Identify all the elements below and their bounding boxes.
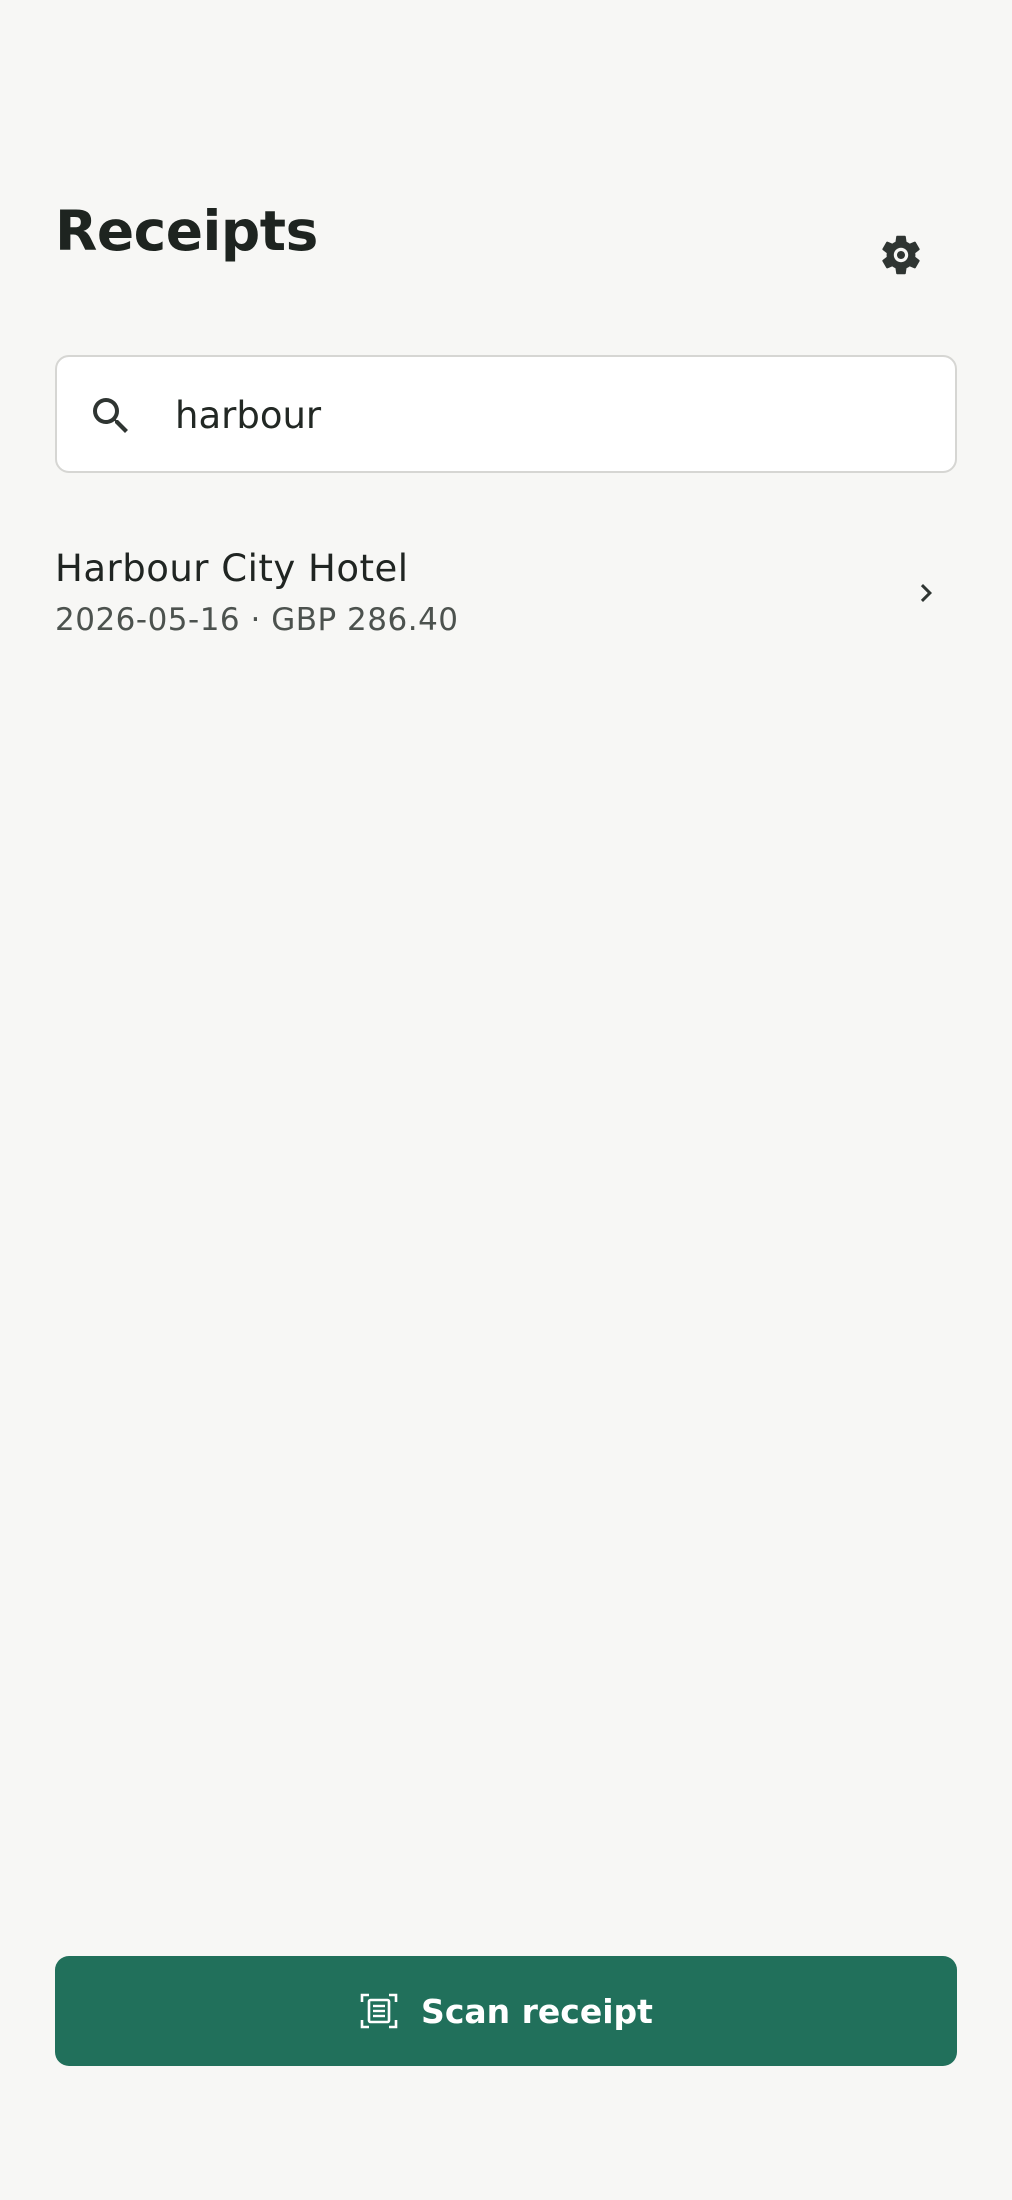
receipt-meta: 2026-05-16 · GBP 286.40	[55, 602, 459, 638]
search-input[interactable]	[175, 377, 935, 453]
gear-icon	[882, 235, 920, 275]
scan-receipt-label: Scan receipt	[421, 1991, 653, 2031]
scan-receipt-button[interactable]: Scan receipt	[55, 1956, 957, 2066]
receipt-title: Harbour City Hotel	[55, 547, 409, 590]
page-title: Receipts	[55, 199, 318, 263]
search-icon	[93, 398, 128, 433]
chevron-right-icon	[920, 584, 932, 602]
list-item-harbour-city-hotel[interactable]: Harbour City Hotel 2026-05-16 · GBP 286.…	[55, 535, 957, 655]
settings-button[interactable]	[868, 222, 934, 288]
search-bar[interactable]	[55, 355, 957, 473]
scan-document-icon	[360, 1993, 398, 2029]
